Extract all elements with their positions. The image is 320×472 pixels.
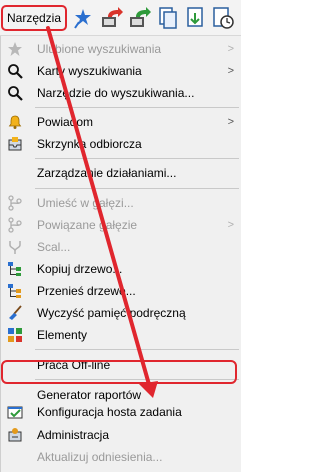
document-copy-icon[interactable] <box>154 5 180 31</box>
admin-icon <box>8 428 22 442</box>
menu-item-label: Konfiguracja hosta zadania <box>37 405 182 419</box>
menu-item-update-references[interactable]: Aktualizuj odniesienia... <box>1 446 242 468</box>
menu-item-notify[interactable]: Powiadom > <box>1 111 242 133</box>
menu-separator <box>35 158 239 159</box>
menu-item-label: Powiązane gałęzie <box>37 218 138 232</box>
menu-item-label: Narzędzie do wyszukiwania... <box>37 86 195 100</box>
menu-item-administration[interactable]: Administracja <box>1 424 242 446</box>
menu-item-label: Powiadom <box>37 115 94 129</box>
branch-icon <box>8 195 22 211</box>
menu-item-label: Kopiuj drzewo... <box>37 262 123 276</box>
menu-separator <box>35 107 239 108</box>
bell-icon <box>8 115 22 129</box>
menu-item-label: Umieść w gałęzi... <box>37 196 134 210</box>
menu-item-task-host-configuration[interactable]: Konfiguracja hosta zadania <box>1 401 242 423</box>
inbox-icon <box>8 137 22 151</box>
green-import-icon[interactable] <box>126 5 152 31</box>
menu-item-label: Skrzynka odbiorcza <box>37 137 142 151</box>
red-export-icon[interactable] <box>98 5 124 31</box>
star-pin-icon[interactable] <box>70 5 96 31</box>
menu-item-label: Karty wyszukiwania <box>37 64 142 78</box>
search-icon <box>8 86 23 101</box>
tools-dropdown-menu: Ulubione wyszukiwania > Karty wyszukiwan… <box>0 36 241 472</box>
elements-icon <box>8 328 22 342</box>
menu-item-label: Aktualizuj odniesienia... <box>37 450 163 464</box>
menu-item-place-in-branch[interactable]: Umieść w gałęzi... <box>1 192 242 214</box>
star-icon <box>8 42 22 56</box>
menu-item-merge[interactable]: Scal... <box>1 236 242 258</box>
menu-item-action-management[interactable]: Zarządzanie działaniami... <box>1 162 242 184</box>
menu-item-label: Zarządzanie działaniami... <box>37 166 177 180</box>
menu-item-search-tabs[interactable]: Karty wyszukiwania > <box>1 60 242 82</box>
clock-settings-icon[interactable] <box>210 5 236 31</box>
menu-item-label: Scal... <box>37 240 71 254</box>
submenu-arrow-icon: > <box>227 43 234 55</box>
check-window-icon <box>7 406 23 419</box>
menu-item-label: Administracja <box>37 428 110 442</box>
merge-icon <box>9 241 21 254</box>
menu-item-inbox[interactable]: Skrzynka odbiorcza <box>1 133 242 155</box>
menu-item-label: Elementy <box>37 328 88 342</box>
highlight-box-menu-title <box>1 5 67 31</box>
menu-separator <box>35 349 239 350</box>
search-icon <box>8 64 23 79</box>
tree-copy-icon <box>8 262 21 276</box>
submenu-arrow-icon: > <box>227 116 234 128</box>
branch-icon <box>8 217 22 233</box>
menu-item-favorite-searches[interactable]: Ulubione wyszukiwania > <box>1 38 242 60</box>
menu-item-related-branches[interactable]: Powiązane gałęzie > <box>1 214 242 236</box>
menu-item-elements[interactable]: Elementy <box>1 324 242 346</box>
menu-item-copy-tree[interactable]: Kopiuj drzewo... <box>1 258 242 280</box>
menu-item-move-tree[interactable]: Przenieś drzewo... <box>1 280 242 302</box>
menu-item-search-tool[interactable]: Narzędzie do wyszukiwania... <box>1 82 242 104</box>
tree-move-icon <box>8 284 21 298</box>
document-download-icon[interactable] <box>182 5 208 31</box>
menu-separator <box>35 188 239 189</box>
menu-item-label: Wyczyść pamięć podręczną <box>37 306 186 320</box>
menu-item-label: Przenieś drzewo... <box>37 284 136 298</box>
menu-item-label: Ulubione wyszukiwania <box>37 42 162 56</box>
highlight-box-task-host-item <box>1 360 237 384</box>
submenu-arrow-icon: > <box>227 219 234 231</box>
menu-item-clear-cache[interactable]: Wyczyść pamięć podręczną <box>1 302 242 324</box>
submenu-arrow-icon: > <box>227 65 234 77</box>
broom-icon <box>9 305 22 320</box>
